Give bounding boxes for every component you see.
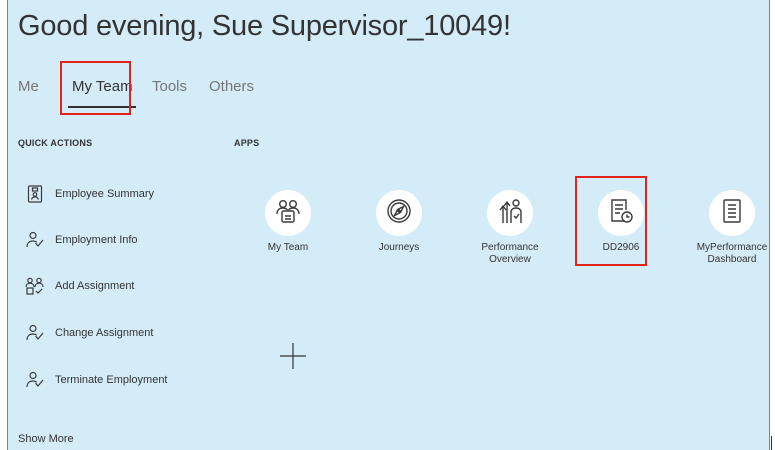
- edge-marker: [771, 436, 772, 450]
- app-my-team[interactable]: My Team: [243, 190, 333, 254]
- app-label: MyPerformance Dashboard: [696, 242, 768, 265]
- quick-action-label: Terminate Employment: [55, 374, 168, 386]
- tab-others[interactable]: Others: [209, 78, 254, 95]
- my-team-tab-highlight: [60, 61, 131, 115]
- quick-action-terminate-employment[interactable]: Terminate Employment: [25, 369, 168, 391]
- person-check-icon: [25, 230, 45, 250]
- people-add-icon: [25, 276, 45, 296]
- compass-icon: [385, 197, 413, 230]
- quick-action-label: Employee Summary: [55, 188, 155, 200]
- app-label: Journeys: [378, 242, 420, 253]
- app-tile-circle: [265, 190, 311, 236]
- quick-actions-title: QUICK ACTIONS: [18, 138, 93, 148]
- dd2906-app-highlight: [575, 176, 647, 266]
- quick-action-change-assignment[interactable]: Change Assignment: [25, 322, 153, 344]
- app-tile-circle: [487, 190, 533, 236]
- team-icon: [274, 198, 302, 229]
- quick-action-label: Change Assignment: [55, 327, 154, 339]
- tab-tools[interactable]: Tools: [152, 78, 187, 95]
- app-performance-overview[interactable]: Performance Overview: [465, 190, 555, 266]
- person-check-icon: [25, 323, 45, 343]
- app-label: My Team: [267, 242, 309, 253]
- quick-action-label: Add Assignment: [55, 280, 135, 292]
- app-tile-circle: [376, 190, 422, 236]
- performance-icon: [496, 197, 524, 230]
- greeting-title: Good evening, Sue Supervisor_10049!: [18, 10, 511, 42]
- app-journeys[interactable]: Journeys: [354, 190, 444, 254]
- quick-action-label: Employment Info: [55, 234, 138, 246]
- quick-action-add-assignment[interactable]: Add Assignment: [25, 275, 135, 297]
- quick-action-employee-summary[interactable]: Employee Summary: [25, 183, 154, 205]
- app-label: Performance Overview: [481, 242, 539, 265]
- quick-action-employment-info[interactable]: Employment Info: [25, 229, 138, 251]
- crosshair-cursor-icon: [280, 343, 306, 369]
- app-myperformance-dashboard[interactable]: MyPerformance Dashboard: [687, 190, 769, 266]
- id-card-icon: [25, 184, 45, 204]
- show-more-link[interactable]: Show More: [18, 433, 74, 445]
- apps-title: APPS: [234, 138, 260, 148]
- app-tile-circle: [709, 190, 755, 236]
- person-check-icon: [25, 370, 45, 390]
- tab-me[interactable]: Me: [18, 78, 39, 95]
- home-panel: Good evening, Sue Supervisor_10049! Me M…: [7, 0, 770, 450]
- document-list-icon: [718, 197, 746, 230]
